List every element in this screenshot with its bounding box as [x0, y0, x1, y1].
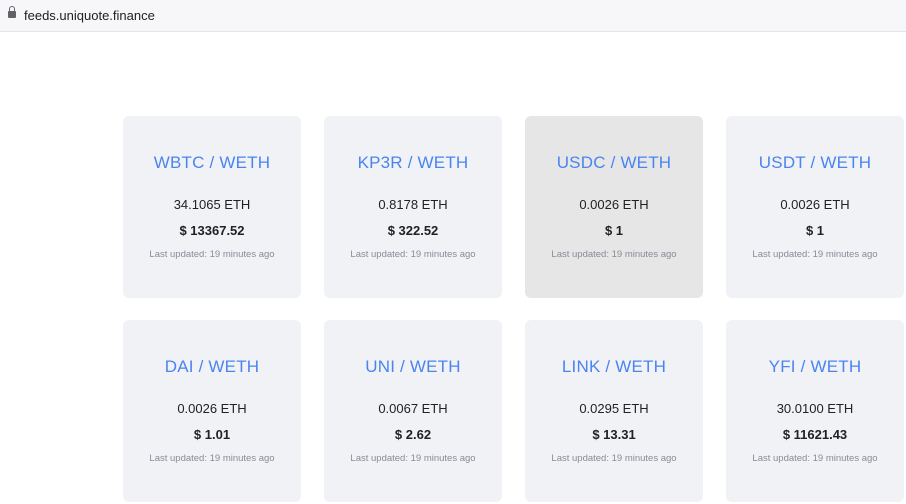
last-updated: Last updated: 19 minutes ago [149, 249, 275, 260]
usd-price: $ 1 [604, 223, 624, 238]
price-card-usdt[interactable]: USDT / WETH 0.0026 ETH $ 1 Last updated:… [726, 116, 904, 298]
last-updated: Last updated: 19 minutes ago [551, 453, 677, 464]
usd-price: $ 1 [805, 223, 825, 238]
pair-title: UNI / WETH [365, 357, 461, 376]
pair-title: KP3R / WETH [357, 153, 469, 172]
price-card-link[interactable]: LINK / WETH 0.0295 ETH $ 13.31 Last upda… [525, 320, 703, 502]
eth-price: 0.8178 ETH [378, 197, 448, 212]
usd-price: $ 11621.43 [782, 427, 848, 442]
lock-icon [8, 6, 16, 18]
price-card-dai[interactable]: DAI / WETH 0.0026 ETH $ 1.01 Last update… [123, 320, 301, 502]
last-updated: Last updated: 19 minutes ago [551, 249, 677, 260]
pair-title: USDC / WETH [556, 153, 672, 172]
pair-title: YFI / WETH [768, 357, 862, 376]
address-bar[interactable]: feeds.uniquote.finance [0, 0, 906, 32]
usd-price: $ 322.52 [387, 223, 439, 238]
eth-price: 0.0067 ETH [378, 401, 448, 416]
usd-price: $ 13.31 [592, 427, 636, 442]
price-card-kp3r[interactable]: KP3R / WETH 0.8178 ETH $ 322.52 Last upd… [324, 116, 502, 298]
last-updated: Last updated: 19 minutes ago [149, 453, 275, 464]
price-card-uni[interactable]: UNI / WETH 0.0067 ETH $ 2.62 Last update… [324, 320, 502, 502]
pair-title: WBTC / WETH [153, 153, 271, 172]
last-updated: Last updated: 19 minutes ago [752, 453, 878, 464]
usd-price: $ 2.62 [394, 427, 432, 442]
last-updated: Last updated: 19 minutes ago [350, 249, 476, 260]
eth-price: 0.0026 ETH [780, 197, 850, 212]
eth-price: 0.0026 ETH [579, 197, 649, 212]
pair-title: LINK / WETH [561, 357, 667, 376]
eth-price: 0.0295 ETH [579, 401, 649, 416]
url-text[interactable]: feeds.uniquote.finance [24, 8, 155, 23]
price-card-usdc[interactable]: USDC / WETH 0.0026 ETH $ 1 Last updated:… [525, 116, 703, 298]
last-updated: Last updated: 19 minutes ago [752, 249, 878, 260]
eth-price: 30.0100 ETH [776, 401, 854, 416]
price-card-wbtc[interactable]: WBTC / WETH 34.1065 ETH $ 13367.52 Last … [123, 116, 301, 298]
pair-title: USDT / WETH [758, 153, 872, 172]
eth-price: 34.1065 ETH [173, 197, 251, 212]
last-updated: Last updated: 19 minutes ago [350, 453, 476, 464]
eth-price: 0.0026 ETH [177, 401, 247, 416]
price-card-yfi[interactable]: YFI / WETH 30.0100 ETH $ 11621.43 Last u… [726, 320, 904, 502]
pair-title: DAI / WETH [164, 357, 260, 376]
usd-price: $ 1.01 [193, 427, 231, 442]
usd-price: $ 13367.52 [179, 223, 245, 238]
